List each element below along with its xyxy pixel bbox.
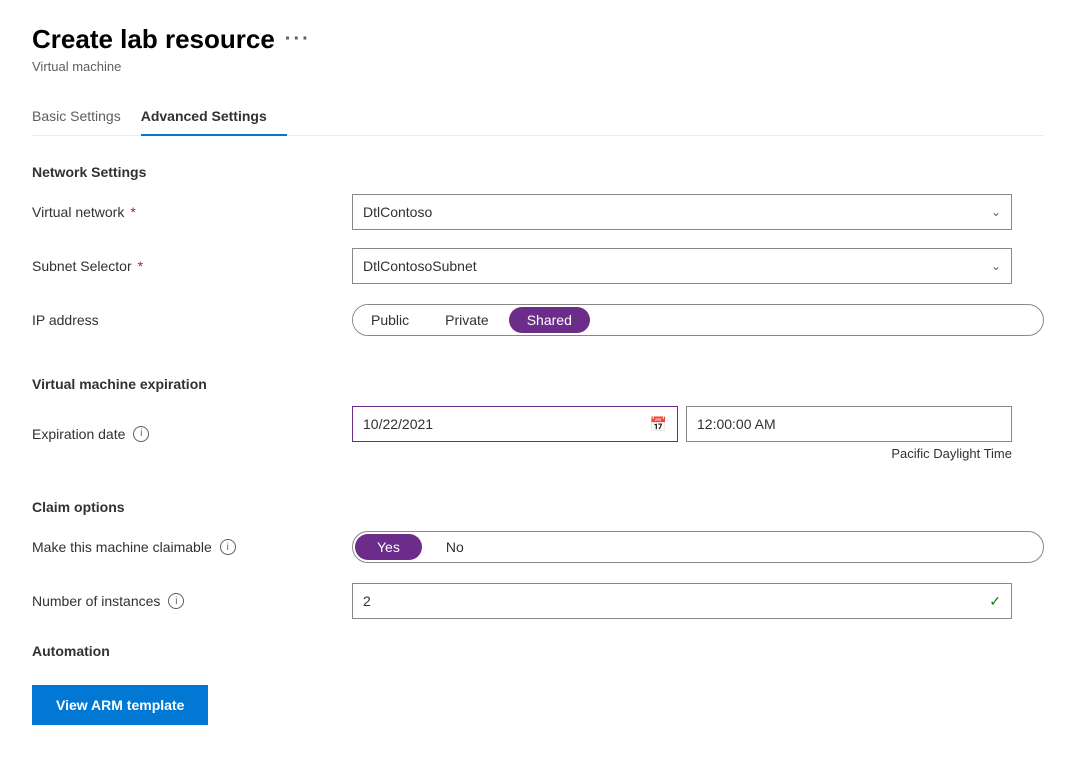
calendar-icon: 📅 — [650, 416, 667, 433]
chevron-down-icon: ⌄ — [991, 205, 1001, 219]
date-value: 10/22/2021 — [363, 416, 433, 432]
ip-address-control: Public Private Shared — [352, 304, 1044, 336]
virtual-network-value: DtlContoso — [363, 204, 432, 220]
instances-label: Number of instances i — [32, 593, 352, 609]
expiration-date-label: Expiration date i — [32, 426, 352, 442]
check-icon: ✓ — [989, 593, 1001, 610]
virtual-network-dropdown[interactable]: DtlContoso ⌄ — [352, 194, 1012, 230]
tab-advanced[interactable]: Advanced Settings — [141, 98, 287, 136]
ip-address-label: IP address — [32, 312, 352, 328]
subnet-selector-label: Subnet Selector * — [32, 258, 352, 274]
page-title: Create lab resource — [32, 24, 275, 55]
claimable-row: Make this machine claimable i Yes No — [32, 529, 1044, 565]
automation-section: Automation View ARM template — [32, 643, 1044, 725]
required-star-subnet: * — [138, 258, 143, 274]
claimable-toggle-group: Yes No — [352, 531, 1044, 563]
date-time-row: 10/22/2021 📅 12:00:00 AM — [352, 406, 1012, 442]
timezone-text: Pacific Daylight Time — [352, 446, 1012, 461]
instances-control: 2 ✓ — [352, 583, 1044, 619]
tab-basic[interactable]: Basic Settings — [32, 98, 141, 136]
date-input[interactable]: 10/22/2021 📅 — [352, 406, 678, 442]
subnet-selector-control: DtlContosoSubnet ⌄ — [352, 248, 1044, 284]
required-star: * — [130, 204, 135, 220]
network-settings-section: Network Settings Virtual network * DtlCo… — [32, 164, 1044, 338]
ip-public-option[interactable]: Public — [353, 305, 427, 335]
page-header: Create lab resource ··· Virtual machine — [32, 24, 1044, 74]
claimable-label: Make this machine claimable i — [32, 539, 352, 555]
instances-value: 2 — [363, 593, 371, 609]
instances-row: Number of instances i 2 ✓ — [32, 583, 1044, 619]
automation-title: Automation — [32, 643, 1044, 659]
ip-shared-option[interactable]: Shared — [509, 307, 590, 333]
ip-private-option[interactable]: Private — [427, 305, 507, 335]
ip-address-row: IP address Public Private Shared — [32, 302, 1044, 338]
virtual-network-row: Virtual network * DtlContoso ⌄ — [32, 194, 1044, 230]
subnet-selector-row: Subnet Selector * DtlContosoSubnet ⌄ — [32, 248, 1044, 284]
subnet-selector-value: DtlContosoSubnet — [363, 258, 477, 274]
tab-bar: Basic Settings Advanced Settings — [32, 98, 1044, 136]
claim-options-title: Claim options — [32, 499, 1044, 515]
subnet-selector-dropdown[interactable]: DtlContosoSubnet ⌄ — [352, 248, 1012, 284]
claimable-no-option[interactable]: No — [424, 532, 486, 562]
ip-address-toggle-group: Public Private Shared — [352, 304, 1044, 336]
instances-input[interactable]: 2 ✓ — [352, 583, 1012, 619]
info-icon-claimable[interactable]: i — [220, 539, 236, 555]
page-subtitle: Virtual machine — [32, 59, 1044, 74]
virtual-network-control: DtlContoso ⌄ — [352, 194, 1044, 230]
expiration-date-row: Expiration date i 10/22/2021 📅 12:00:00 … — [32, 406, 1044, 461]
vm-expiration-title: Virtual machine expiration — [32, 376, 1044, 392]
expiration-date-control: 10/22/2021 📅 12:00:00 AM Pacific Dayligh… — [352, 406, 1044, 461]
claim-options-section: Claim options Make this machine claimabl… — [32, 499, 1044, 619]
vm-expiration-section: Virtual machine expiration Expiration da… — [32, 376, 1044, 461]
claimable-yes-option[interactable]: Yes — [355, 534, 422, 560]
view-arm-template-button[interactable]: View ARM template — [32, 685, 208, 725]
virtual-network-label: Virtual network * — [32, 204, 352, 220]
network-settings-title: Network Settings — [32, 164, 1044, 180]
info-icon-instances[interactable]: i — [168, 593, 184, 609]
chevron-down-icon-subnet: ⌄ — [991, 259, 1001, 273]
claimable-control: Yes No — [352, 531, 1044, 563]
info-icon-expiration[interactable]: i — [133, 426, 149, 442]
more-options-button[interactable]: ··· — [285, 28, 311, 51]
time-value: 12:00:00 AM — [697, 416, 776, 432]
time-input[interactable]: 12:00:00 AM — [686, 406, 1012, 442]
